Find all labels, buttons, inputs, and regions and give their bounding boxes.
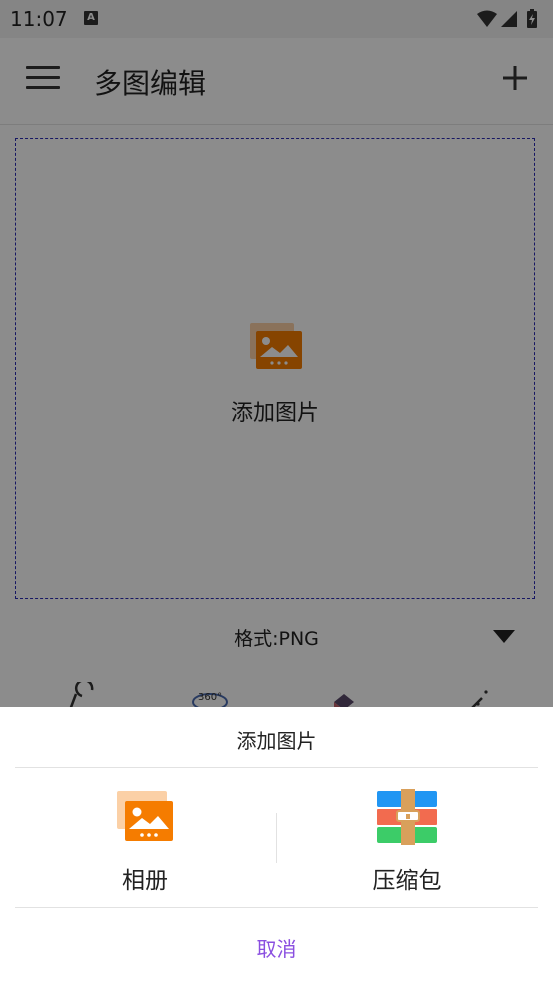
album-option[interactable]: 相册 [70,789,220,899]
archive-label: 压缩包 [372,868,442,894]
screen: 11:07 A 多图编辑 添加图片 格式:PNG 360° 添加图片 相册 压缩… [0,0,553,983]
divider [15,767,538,768]
archive-icon [377,789,437,845]
cancel-button[interactable]: 取消 [0,933,553,962]
album-label: 相册 [122,868,168,894]
sheet-title: 添加图片 [236,729,317,753]
vertical-divider [276,813,277,863]
divider [15,907,538,908]
add-image-sheet: 添加图片 相册 压缩包 取消 [0,707,553,983]
album-icon [117,791,173,841]
archive-option[interactable]: 压缩包 [332,789,482,899]
